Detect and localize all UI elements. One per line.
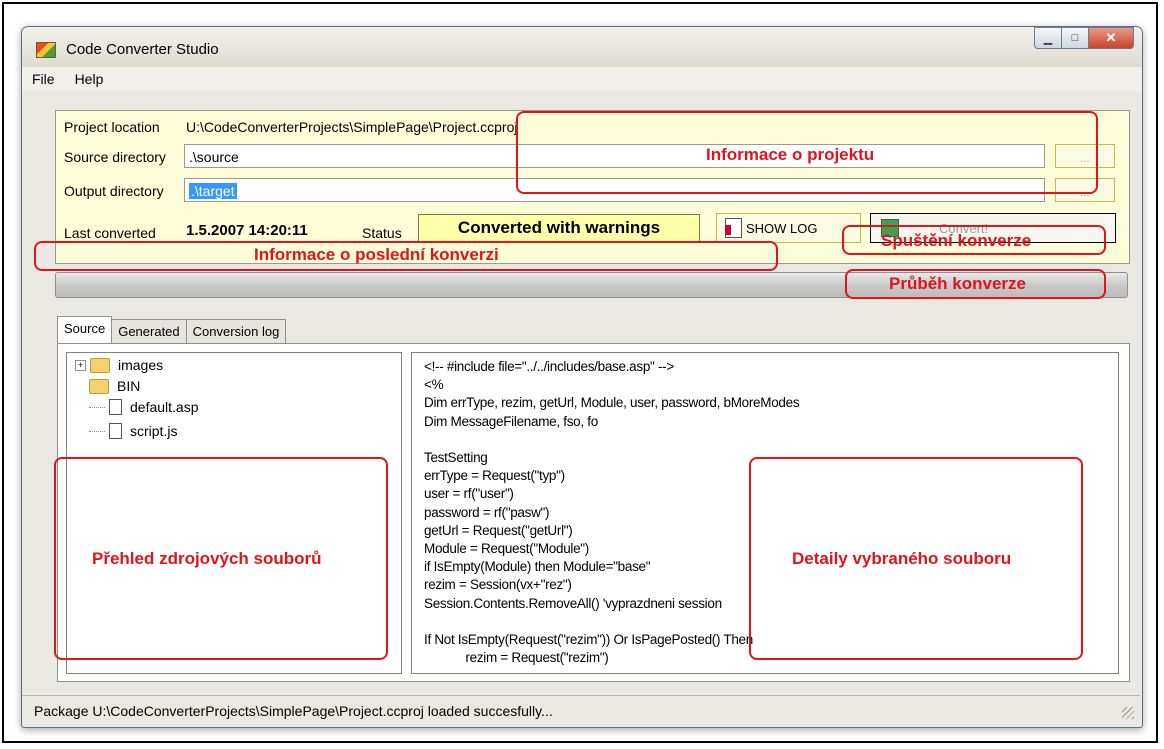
minimize-button[interactable]: ▁ <box>1034 27 1062 49</box>
expand-icon[interactable]: + <box>75 359 86 371</box>
close-button[interactable]: ✕ <box>1089 27 1134 49</box>
annotation-project-info: Informace o projektu <box>706 145 875 164</box>
code-line: Session.Contents.RemoveAll() 'vyprazdnen… <box>424 595 722 611</box>
code-line: rezim = Request("rezim") <box>424 650 609 666</box>
conversion-status-badge: Converted with warnings <box>418 214 700 242</box>
code-line: Module = Request("Module") <box>424 541 589 556</box>
show-log-button[interactable]: SHOW LOG <box>716 213 861 243</box>
project-location-label: Project location <box>64 119 160 135</box>
status-bar-text: Package U:\CodeConverterProjects\SimpleP… <box>34 703 553 719</box>
source-directory-label: Source directory <box>64 149 166 165</box>
tree-line <box>89 406 105 408</box>
code-line: <% <box>424 377 444 393</box>
annotation-last-conversion: Informace o poslední konverzi <box>254 245 499 264</box>
tree-item-script-js[interactable]: script.js <box>89 423 177 439</box>
output-directory-selected-text: .\target <box>189 183 237 199</box>
menu-file[interactable]: File <box>22 71 65 87</box>
tab-strip: Source Generated Conversion log <box>57 316 287 345</box>
code-line: If Not IsEmpty(Request("rezim")) Or IsPa… <box>424 632 753 647</box>
minimize-icon: ▁ <box>1043 32 1053 45</box>
close-icon: ✕ <box>1105 30 1117 45</box>
resize-grip-icon[interactable] <box>1122 707 1134 719</box>
tree-item-images[interactable]: + images <box>75 357 163 373</box>
menu-help[interactable]: Help <box>65 71 114 87</box>
tab-source[interactable]: Source <box>57 316 113 345</box>
tree-line <box>89 430 105 432</box>
code-line: password = rf("pasw") <box>424 504 550 520</box>
folder-icon <box>89 378 109 394</box>
app-icon <box>36 42 56 58</box>
tree-item-label: BIN <box>117 378 141 394</box>
tree-item-bin[interactable]: BIN <box>89 378 140 394</box>
code-line: if IsEmpty(Module) then Module="base" <box>424 559 651 575</box>
tab-conversion-log[interactable]: Conversion log <box>185 319 287 344</box>
maximize-icon: □ <box>1071 32 1079 44</box>
code-line: errType = Request("typ") <box>424 468 565 484</box>
folder-icon <box>90 357 110 373</box>
tree-item-label: script.js <box>130 423 178 439</box>
code-line: getUrl = Request("getUrl") <box>424 522 573 538</box>
title-bar[interactable]: Code Converter Studio ▁ □ ✕ <box>22 27 1142 67</box>
menu-bar: File Help <box>22 67 1142 91</box>
show-log-label: SHOW LOG <box>746 220 818 236</box>
tree-item-default-asp[interactable]: default.asp <box>89 399 199 415</box>
status-label: Status <box>362 225 402 241</box>
annotation-progress: Průběh konverze <box>889 274 1026 293</box>
code-line: Dim errType, rezim, getUrl, Module, user… <box>424 395 800 411</box>
file-icon <box>109 423 122 439</box>
window-title: Code Converter Studio <box>66 41 219 58</box>
log-document-icon <box>725 218 742 238</box>
code-line: rezim = Session(vx+"rez") <box>424 577 572 593</box>
code-line: TestSetting <box>424 450 488 465</box>
maximize-button[interactable]: □ <box>1062 27 1089 49</box>
annotation-start-conversion: Spuštění konverze <box>881 231 1032 250</box>
window-controls: ▁ □ ✕ <box>1034 27 1134 49</box>
tab-generated[interactable]: Generated <box>111 319 187 344</box>
annotation-file-details: Detaily vybraného souboru <box>792 549 1012 568</box>
project-location-value: U:\CodeConverterProjects\SimplePage\Proj… <box>186 119 518 135</box>
file-icon <box>109 399 122 415</box>
annotation-source-overview: Přehled zdrojových souborů <box>92 549 322 568</box>
tree-item-label: images <box>118 357 164 373</box>
tree-item-label: default.asp <box>130 399 199 415</box>
last-converted-label: Last converted <box>64 225 156 241</box>
code-line: Dim MessageFilename, fso, fo <box>424 413 598 429</box>
status-bar: Package U:\CodeConverterProjects\SimpleP… <box>22 695 1140 725</box>
code-line: <!-- #include file="../../includes/base.… <box>424 359 674 374</box>
code-line: user = rf("user") <box>424 486 514 502</box>
output-directory-label: Output directory <box>64 183 164 199</box>
last-converted-value: 1.5.2007 14:20:11 <box>186 222 308 239</box>
